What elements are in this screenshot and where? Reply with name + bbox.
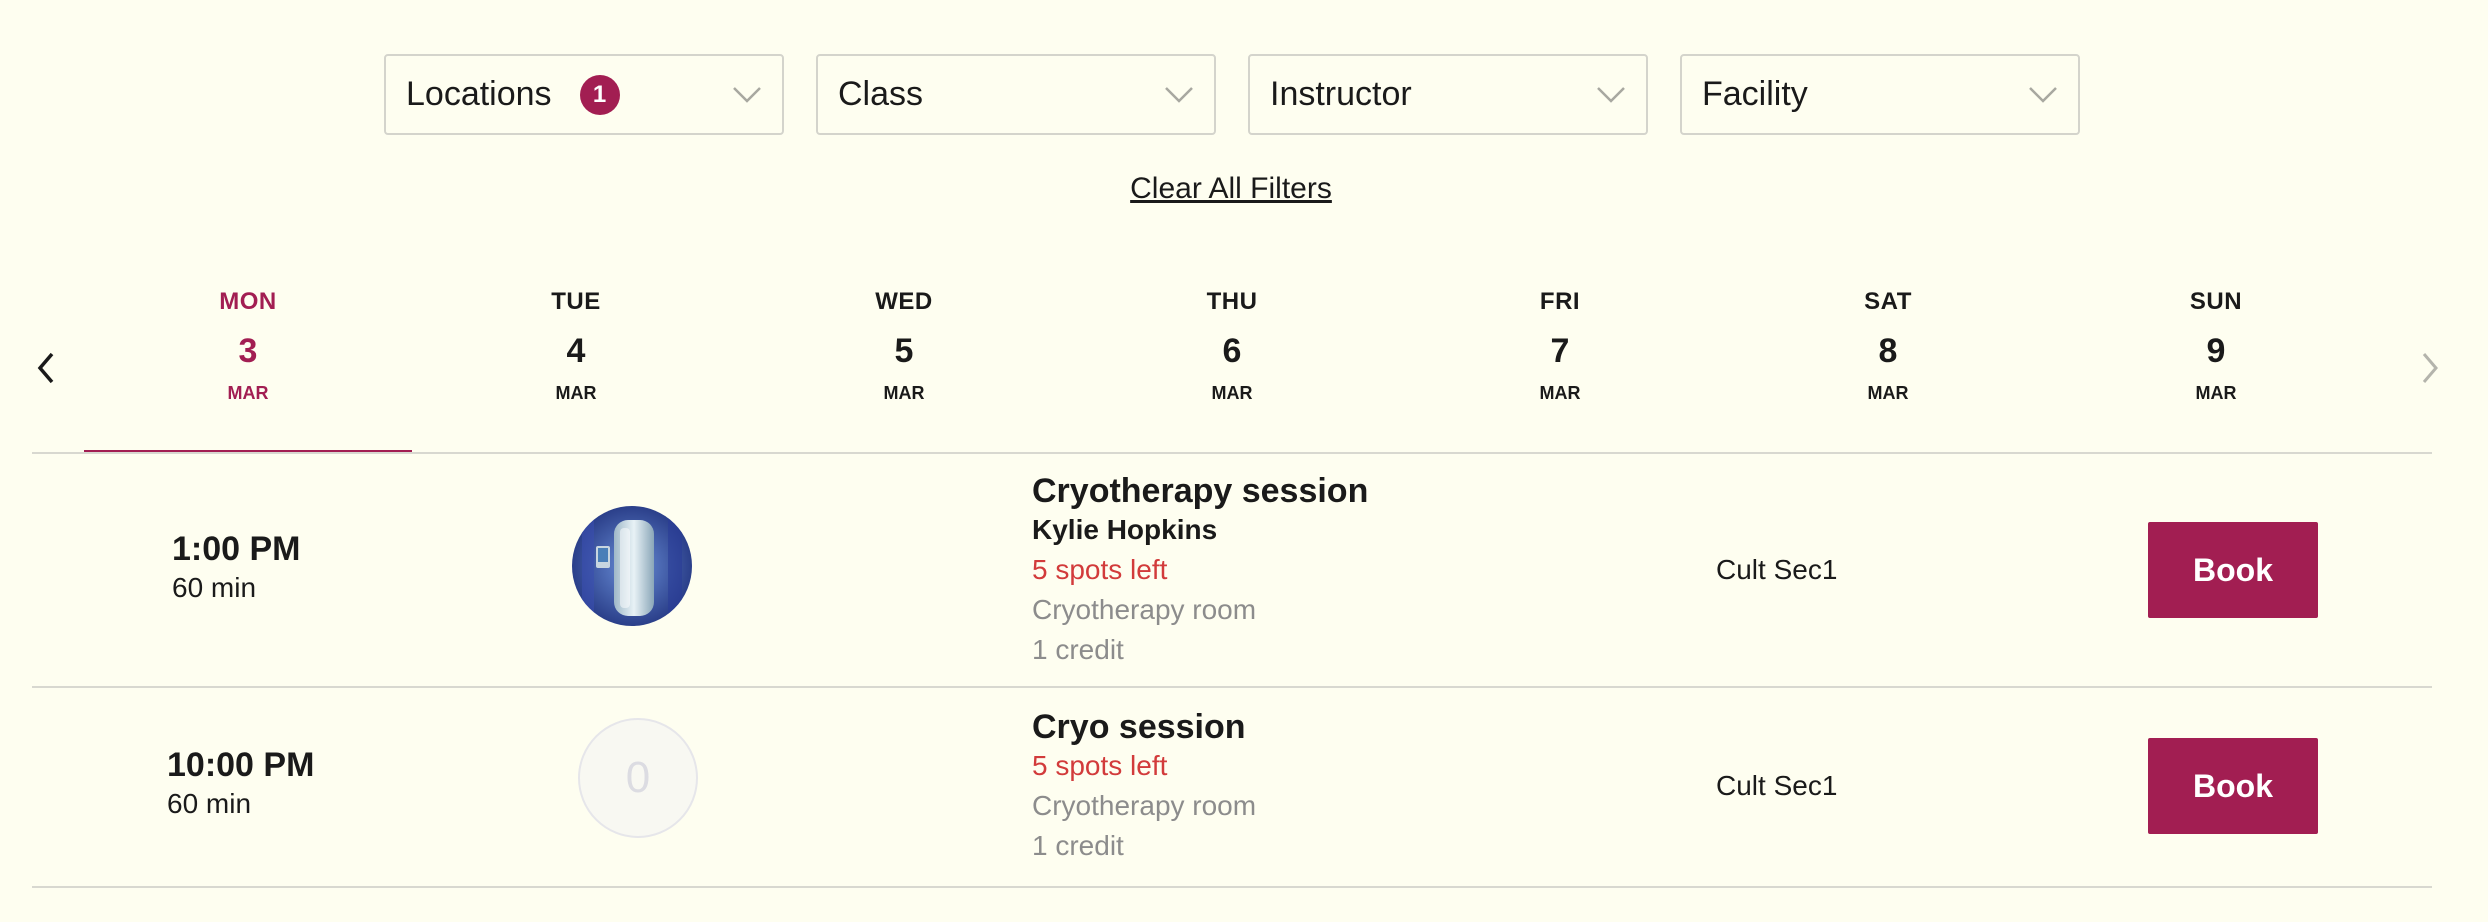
day-month: MAR: [1211, 383, 1253, 403]
instructor-filter-dropdown[interactable]: Instructor: [1248, 54, 1648, 135]
session-title: Cryotherapy session: [1032, 472, 1369, 510]
session-time: 1:00 PM: [172, 530, 301, 568]
session-spots-left: 5 spots left: [1032, 554, 1168, 585]
day-month: MAR: [227, 383, 269, 403]
session-row-divider: [32, 886, 2432, 888]
day-tab-fri[interactable]: FRI 7 MAR: [1396, 270, 1724, 452]
session-room: Cryotherapy room: [1032, 594, 1257, 625]
day-tab-wed[interactable]: WED 5 MAR: [740, 270, 1068, 452]
day-of-week: MON: [219, 288, 277, 315]
session-row: 1:00 PM 60 min Cryotherapy session Kylie…: [32, 454, 2432, 686]
session-room: Cryotherapy room: [1032, 790, 1257, 821]
session-location: Cult Sec1: [1716, 770, 1838, 801]
session-thumbnail-placeholder: 0: [578, 718, 698, 838]
date-navigation: MON 3 MAR TUE 4 MAR WED 5 MAR THU 6 MAR …: [32, 270, 2438, 454]
chevron-down-icon: [733, 86, 761, 103]
day-tabs: MON 3 MAR TUE 4 MAR WED 5 MAR THU 6 MAR …: [84, 270, 2380, 454]
session-credit: 1 credit: [1032, 634, 1124, 665]
day-month: MAR: [883, 383, 925, 403]
session-title: Cryo session: [1032, 708, 1246, 746]
class-filter-dropdown[interactable]: Class: [816, 54, 1216, 135]
day-number: 5: [894, 332, 914, 370]
session-spots-left: 5 spots left: [1032, 750, 1168, 781]
day-of-week: THU: [1206, 288, 1258, 315]
class-filter-label: Class: [838, 75, 924, 113]
chevron-left-icon[interactable]: [32, 350, 62, 386]
day-number: 3: [238, 332, 258, 370]
day-of-week: FRI: [1539, 288, 1581, 315]
locations-filter-label: Locations: [406, 75, 552, 113]
day-of-week: SUN: [2189, 288, 2243, 315]
session-time: 10:00 PM: [167, 746, 315, 784]
session-thumbnail-image: [572, 506, 692, 626]
session-credit: 1 credit: [1032, 830, 1124, 861]
day-month: MAR: [555, 383, 597, 403]
day-number: 8: [1878, 332, 1898, 370]
clear-all-filters-link[interactable]: Clear All Filters: [0, 172, 2462, 206]
day-number: 4: [566, 332, 586, 370]
book-button[interactable]: Book: [2148, 522, 2318, 618]
chevron-down-icon: [1165, 86, 1193, 103]
day-number: 6: [1222, 332, 1242, 370]
locations-filter-dropdown[interactable]: Locations 1: [384, 54, 784, 135]
session-duration: 60 min: [167, 788, 252, 819]
session-row: 10:00 PM 60 min 0 Cryo session 5 spots l…: [32, 688, 2432, 886]
day-month: MAR: [1539, 383, 1581, 403]
locations-filter-count-badge: 1: [579, 74, 620, 115]
day-tab-tue[interactable]: TUE 4 MAR: [412, 270, 740, 452]
chevron-down-icon: [2029, 86, 2057, 103]
day-month: MAR: [1867, 383, 1909, 403]
session-duration: 60 min: [172, 572, 257, 603]
day-tab-mon[interactable]: MON 3 MAR: [84, 270, 412, 454]
session-location: Cult Sec1: [1716, 554, 1838, 585]
day-number: 7: [1550, 332, 1570, 370]
instructor-filter-label: Instructor: [1270, 75, 1412, 113]
day-of-week: SAT: [1864, 288, 1912, 315]
filter-bar: Locations 1 Class Instructor Facility: [384, 54, 2080, 135]
day-month: MAR: [2195, 383, 2237, 403]
book-button[interactable]: Book: [2148, 738, 2318, 834]
day-tab-thu[interactable]: THU 6 MAR: [1068, 270, 1396, 452]
day-tab-sun[interactable]: SUN 9 MAR: [2052, 270, 2380, 452]
session-instructor: Kylie Hopkins: [1032, 514, 1218, 545]
facility-filter-label: Facility: [1702, 75, 1808, 113]
day-of-week: TUE: [551, 288, 601, 315]
day-of-week: WED: [875, 288, 933, 315]
day-tab-sat[interactable]: SAT 8 MAR: [1724, 270, 2052, 452]
day-number: 9: [2206, 332, 2226, 370]
chevron-down-icon: [1597, 86, 1625, 103]
chevron-right-icon[interactable]: [2414, 350, 2444, 386]
facility-filter-dropdown[interactable]: Facility: [1680, 54, 2080, 135]
